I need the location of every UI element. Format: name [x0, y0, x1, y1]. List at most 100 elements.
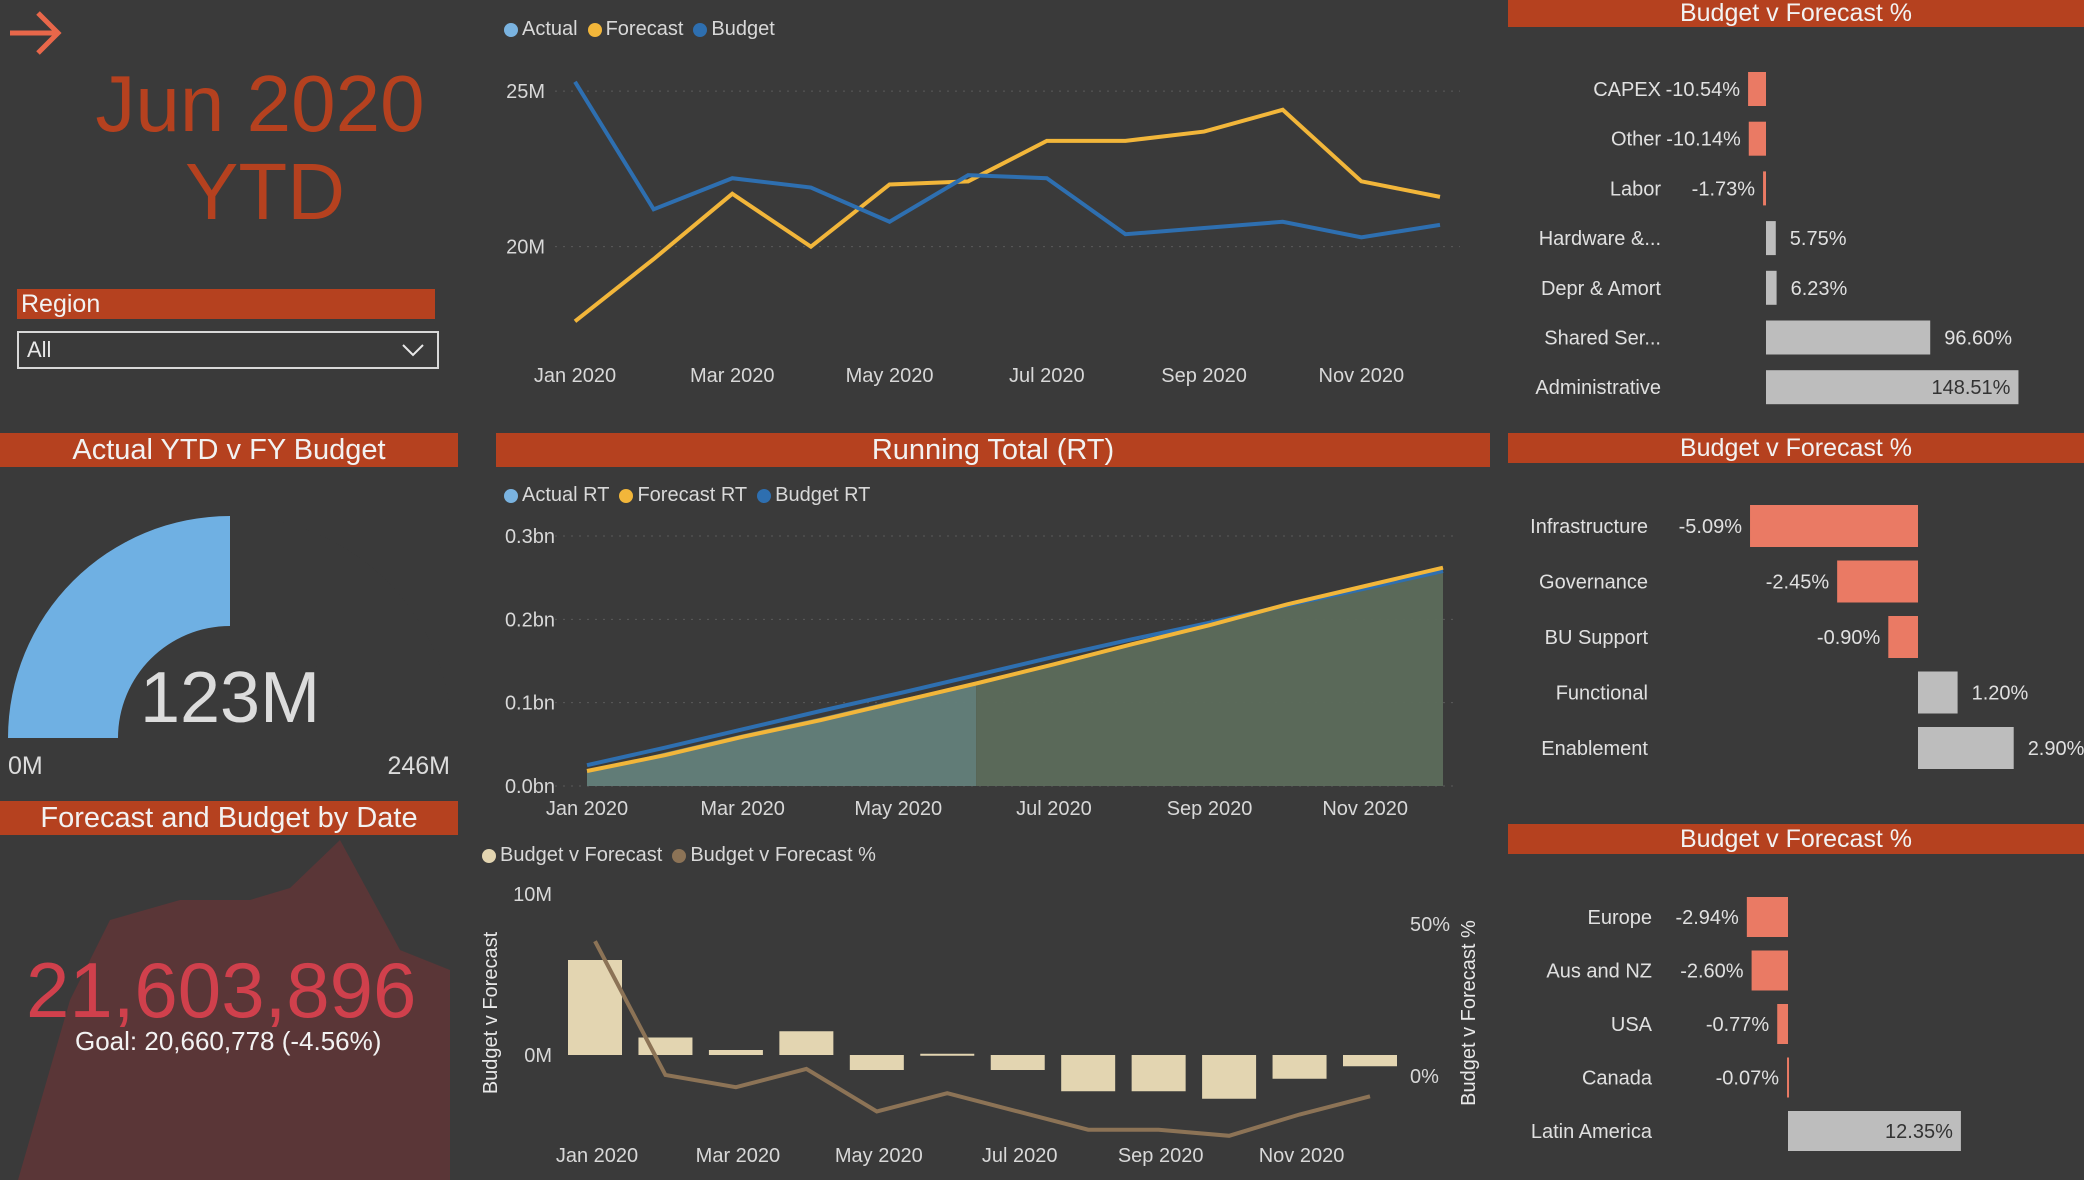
x-tick-label: Sep 2020: [1118, 1145, 1204, 1167]
trend-line-chart: 25M 20M Jan 2020 Mar 2020 May 2020 Jul 2020 Se…: [506, 80, 1460, 387]
bar: [1766, 270, 1777, 305]
bar: [1766, 320, 1931, 355]
running-total-chart: 0.3bn 0.2bn 0.1bn 0.0bnJan 2020 Mar 2020 May …: [505, 526, 1455, 820]
bar: [1837, 560, 1918, 603]
y-tick-label: 0.3bn: [505, 526, 555, 548]
bar: [1763, 171, 1766, 206]
trend-legend: Actual Forecast Budget: [504, 18, 775, 41]
region-filter-value: All: [27, 337, 52, 362]
bar-value-label: 96.60%: [1944, 328, 2012, 350]
bar-category-label: Depr & Amort: [1541, 278, 1661, 300]
bar-value-label: -0.90%: [1817, 627, 1881, 649]
x-tick-label: May 2020: [854, 798, 942, 820]
bar-value-label: -0.07%: [1716, 1068, 1780, 1090]
gauge-min: 0M: [8, 752, 43, 780]
bar: [1888, 616, 1918, 658]
y-right-tick-label: 50%: [1410, 914, 1450, 936]
legend-actual-rt: Actual RT: [504, 484, 609, 507]
variance-combo-chart: 10M 0M 50% 0% Budget v Forecast Budget v Fore…: [480, 884, 1480, 1167]
x-tick-label: Sep 2020: [1161, 365, 1247, 387]
period-title: Jun 2020 YTD: [40, 60, 480, 236]
variance-bar: [849, 1055, 904, 1070]
running-total-title: Running Total (RT): [496, 433, 1490, 467]
bar-category-label: CAPEX: [1593, 79, 1661, 101]
bar-value-label: -2.45%: [1766, 572, 1830, 594]
x-tick-label: Nov 2020: [1319, 365, 1405, 387]
bar-value-label: 12.35%: [1885, 1121, 1953, 1143]
x-tick-label: Nov 2020: [1322, 798, 1408, 820]
bar-value-label: -10.14%: [1666, 129, 1741, 151]
x-tick-label: May 2020: [846, 365, 934, 387]
gauge-title: Actual YTD v FY Budget: [0, 433, 458, 467]
bar-category-label: Other: [1611, 129, 1661, 151]
variance-bar: [779, 1031, 834, 1055]
x-tick-label: Mar 2020: [690, 365, 775, 387]
bar-value-label: -2.94%: [1675, 907, 1739, 929]
bar-category-label: Enablement: [1541, 738, 1648, 760]
bar: [1777, 1004, 1788, 1044]
y-left-axis-label: Budget v Forecast: [480, 931, 502, 1094]
gauge-value: 123M: [140, 658, 320, 738]
bar-value-label: -1.73%: [1692, 178, 1756, 200]
bar-value-label: -0.77%: [1706, 1014, 1770, 1036]
variance-pct-line: [593, 940, 1371, 1138]
bar: [1748, 72, 1766, 106]
x-tick-label: Jan 2020: [534, 365, 616, 387]
x-tick-label: Jan 2020: [556, 1145, 638, 1167]
running-total-legend: Actual RT Forecast RT Budget RT: [504, 484, 870, 507]
y-right-tick-label: 0%: [1410, 1066, 1439, 1088]
bar: [1918, 727, 2014, 769]
bar-value-label: -2.60%: [1680, 961, 1744, 983]
bvf-category-chart: CAPEX -10.54% Other -10.14% Labor -1.73% Hardw…: [1535, 72, 2019, 405]
bvf-function-title: Budget v Forecast %: [1508, 433, 2084, 463]
bar-category-label: Governance: [1539, 572, 1648, 594]
period-ytd: YTD: [185, 147, 345, 236]
bar-category-label: Administrative: [1535, 377, 1661, 399]
legend-forecast-rt: Forecast RT: [619, 484, 747, 507]
bar-category-label: Shared Ser...: [1544, 328, 1661, 350]
bvf-region-title: Budget v Forecast %: [1508, 824, 2084, 854]
bar-category-label: Aus and NZ: [1546, 961, 1652, 983]
y-tick-label: 0.2bn: [505, 609, 555, 631]
variance-bar: [1272, 1055, 1327, 1079]
arrow-right-icon[interactable]: [8, 10, 62, 56]
legend-budget-v-forecast: Budget v Forecast: [482, 844, 662, 867]
kpi-title: Forecast and Budget by Date: [0, 801, 458, 835]
bar: [1750, 505, 1918, 547]
x-tick-label: May 2020: [835, 1145, 923, 1167]
x-tick-label: Jul 2020: [1009, 365, 1085, 387]
y-tick-label: 20M: [506, 237, 545, 259]
bar: [1748, 121, 1766, 156]
legend-budget-v-forecast-pct: Budget v Forecast %: [672, 844, 876, 867]
y-left-tick-label: 0M: [524, 1045, 552, 1067]
bar-category-label: Labor: [1610, 178, 1661, 200]
bar-value-label: 148.51%: [1931, 377, 2010, 399]
bar-category-label: Functional: [1556, 683, 1648, 705]
x-tick-label: Jul 2020: [982, 1145, 1058, 1167]
x-tick-label: Mar 2020: [700, 798, 785, 820]
variance-bar: [1131, 1055, 1186, 1092]
bvf-function-chart: Infrastructure -5.09% Governance -2.45% BU S…: [1530, 505, 2084, 769]
period-month: Jun 2020: [95, 59, 425, 148]
bar-category-label: Infrastructure: [1530, 516, 1648, 538]
bar-category-label: USA: [1611, 1014, 1653, 1036]
region-filter-dropdown[interactable]: All: [17, 331, 439, 369]
x-tick-label: Mar 2020: [696, 1145, 781, 1167]
kpi-goal: Goal: 20,660,778 (-4.56%): [75, 1026, 382, 1056]
variance-bar: [1202, 1055, 1257, 1099]
y-right-axis-label: Budget v Forecast %: [1458, 920, 1480, 1106]
bar-category-label: Canada: [1582, 1068, 1653, 1090]
bar-category-label: BU Support: [1545, 627, 1649, 649]
y-left-tick-label: 10M: [513, 884, 552, 906]
legend-forecast: Forecast: [587, 18, 683, 41]
legend-actual: Actual: [504, 18, 578, 41]
variance-bar: [708, 1050, 763, 1055]
bar: [1766, 221, 1776, 256]
bar-value-label: -5.09%: [1679, 516, 1743, 538]
bar: [1787, 1057, 1790, 1098]
bvf-category-title: Budget v Forecast %: [1508, 0, 2084, 27]
legend-budget-rt: Budget RT: [757, 484, 870, 507]
variance-bar: [1343, 1055, 1397, 1067]
bar-value-label: 1.20%: [1972, 683, 2029, 705]
series-line-forecast: [573, 107, 1441, 323]
